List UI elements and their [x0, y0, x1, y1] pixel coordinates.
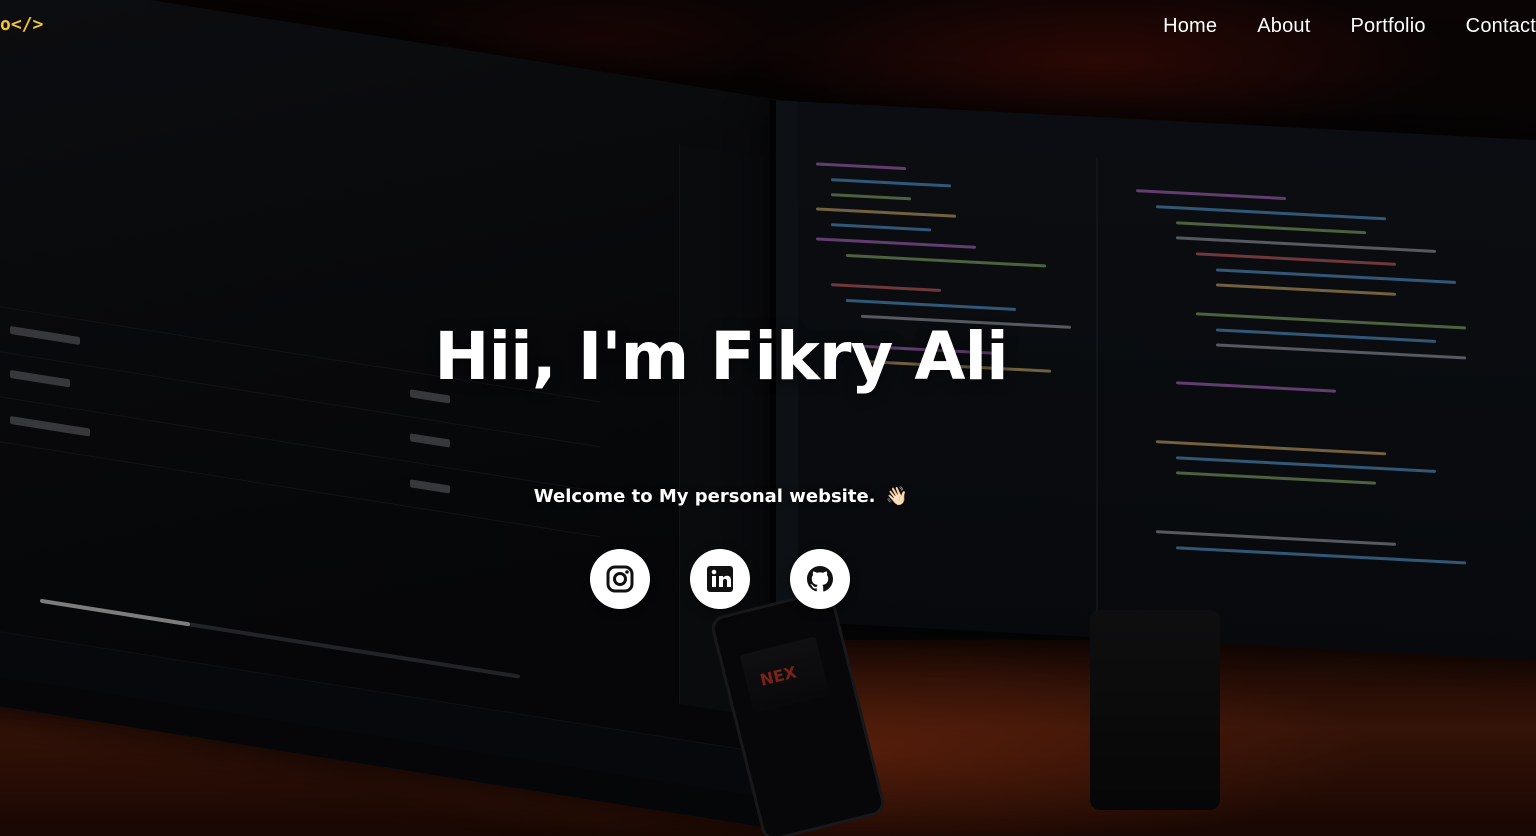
github-icon: [807, 566, 833, 592]
main-nav: Home About Portfolio Contact: [1163, 13, 1536, 39]
waving-hand-icon: 👋🏻: [885, 486, 909, 507]
nav-link-portfolio[interactable]: Portfolio: [1351, 15, 1426, 38]
nav-link-about[interactable]: About: [1257, 15, 1310, 38]
github-button[interactable]: [790, 549, 850, 609]
hero-section: Hii, I'm Fikry Ali Welcome to My persona…: [0, 315, 1536, 507]
nav-link-contact[interactable]: Contact: [1466, 15, 1536, 38]
hero-title: Hii, I'm Fikry Ali: [434, 318, 1009, 395]
site-logo[interactable]: o</>: [0, 4, 120, 44]
instagram-icon: [606, 565, 634, 593]
linkedin-button[interactable]: [690, 549, 750, 609]
hero-subtitle-text: Welcome to My personal website.: [533, 486, 876, 507]
nav-link-home[interactable]: Home: [1163, 15, 1217, 38]
hero-subtitle: Welcome to My personal website. 👋🏻: [0, 486, 1489, 507]
instagram-button[interactable]: [590, 549, 650, 609]
logo-code-mark: o</>: [0, 14, 44, 35]
linkedin-icon: [707, 566, 733, 592]
social-links: [590, 549, 850, 609]
